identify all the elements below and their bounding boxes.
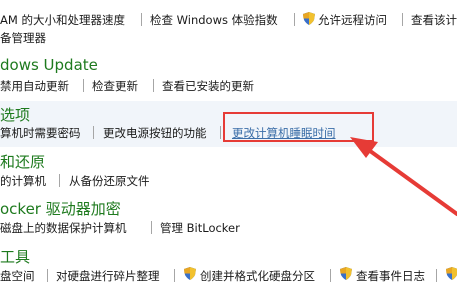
separator [83, 79, 84, 92]
link-allow-remote-access[interactable]: 允许远程访问 [318, 12, 387, 28]
separator [47, 269, 48, 282]
link-ram-processor[interactable]: AM 的大小和处理器速度 [0, 12, 125, 28]
heading-admin-tools[interactable]: 工具 [0, 246, 30, 267]
link-disable-auto-update[interactable]: 禁用自动更新 [0, 78, 69, 94]
link-windows-experience-index[interactable]: 检查 Windows 体验指数 [150, 12, 278, 28]
link-create-format-partitions[interactable]: 创建并格式化硬盘分区 [200, 268, 315, 284]
highlight-box [223, 112, 374, 142]
separator [141, 13, 142, 26]
separator [59, 174, 60, 187]
link-backup-computer[interactable]: 的计算机 [0, 173, 46, 189]
uac-shield-icon [184, 267, 196, 280]
link-power-button-function[interactable]: 更改电源按钮的功能 [103, 125, 207, 141]
separator [402, 13, 403, 26]
separator [93, 126, 94, 139]
heading-bitlocker[interactable]: ocker 驱动器加密 [0, 198, 121, 219]
uac-shield-icon [303, 12, 315, 25]
heading-windows-update[interactable]: dows Update [0, 56, 98, 74]
separator [153, 79, 154, 92]
link-view-event-logs[interactable]: 查看事件日志 [356, 268, 425, 284]
separator [330, 269, 331, 282]
link-device-manager[interactable]: 备管理器 [0, 30, 46, 46]
link-manage-bitlocker[interactable]: 管理 BitLocker [160, 220, 240, 236]
annotation-arrow-icon [350, 137, 457, 216]
separator [294, 13, 295, 26]
link-restore-files[interactable]: 从备份还原文件 [69, 173, 150, 189]
heading-backup-restore[interactable]: 和还原 [0, 151, 45, 172]
separator [174, 269, 175, 282]
uac-shield-icon [446, 267, 457, 280]
link-view-computer-name[interactable]: 查看该计 [411, 12, 457, 28]
separator [220, 126, 221, 139]
link-require-password-on-wake[interactable]: 算机时需要密码 [0, 125, 81, 141]
heading-power-options[interactable]: 选项 [0, 104, 30, 125]
separator [436, 269, 437, 282]
link-protect-disk-data[interactable]: 磁盘上的数据保护计算机 [0, 220, 127, 236]
link-free-disk-space[interactable]: 盘空间 [0, 268, 35, 284]
separator [151, 221, 152, 234]
link-view-installed-updates[interactable]: 查看已安装的更新 [162, 78, 254, 94]
uac-shield-icon [340, 267, 352, 280]
link-check-updates[interactable]: 检查更新 [92, 78, 138, 94]
link-defragment[interactable]: 对硬盘进行碎片整理 [56, 268, 160, 284]
